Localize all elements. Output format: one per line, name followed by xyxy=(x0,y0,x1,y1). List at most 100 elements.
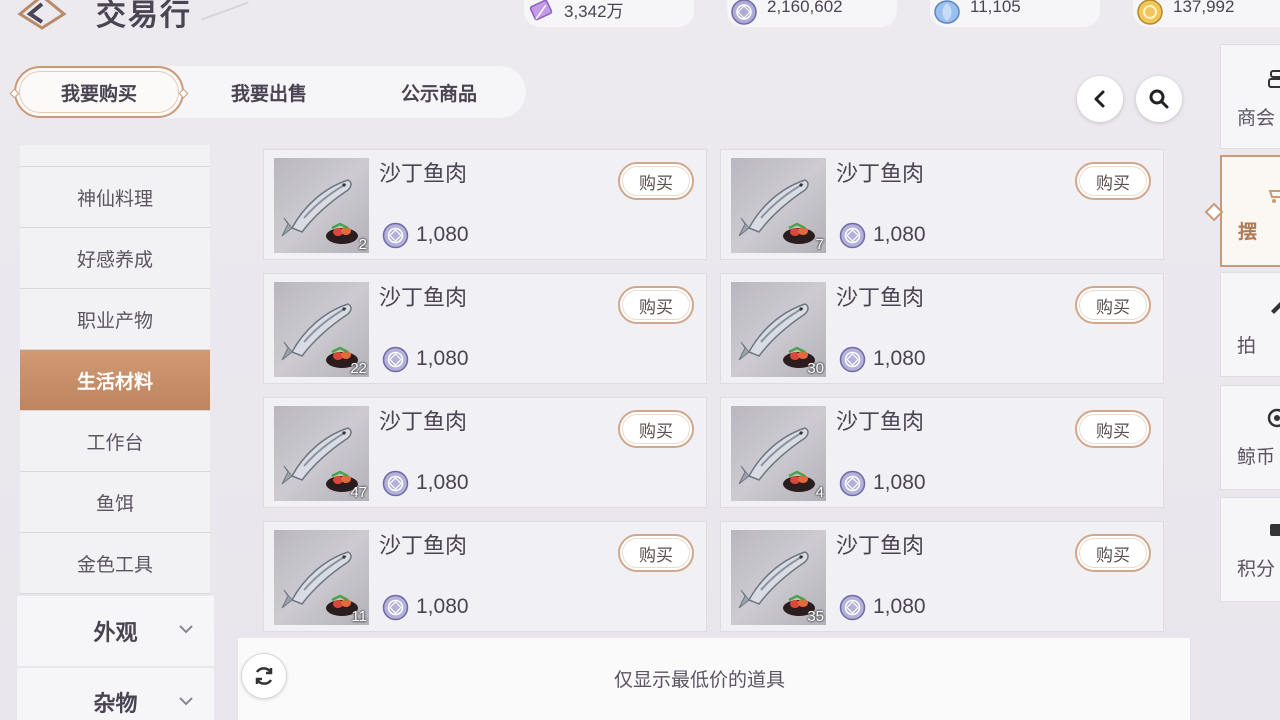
side-tab-label: 商会 xyxy=(1237,107,1276,129)
item-price: 1,080 xyxy=(416,471,469,494)
item-price: 1,080 xyxy=(416,347,469,370)
currency-silver-coin[interactable]: 2,160,602 xyxy=(727,0,897,27)
currency-blue-shell[interactable]: 11,105 xyxy=(930,0,1100,27)
listing-card[interactable]: 47 沙丁鱼肉 1,080 购买 xyxy=(263,397,707,508)
currency-value: 137,992 xyxy=(1173,0,1235,16)
category-item[interactable]: 神仙料理 xyxy=(20,167,210,228)
item-thumbnail: 30 xyxy=(731,282,826,377)
silver-coin-icon xyxy=(382,594,409,621)
buy-button[interactable]: 购买 xyxy=(618,286,694,324)
category-group-misc[interactable]: 杂物 xyxy=(17,668,214,720)
currency-value: 3,342万 xyxy=(564,2,624,21)
category-label: 金色工具 xyxy=(76,553,153,576)
side-tab-label: 鲸币 xyxy=(1237,446,1276,468)
listing-card[interactable]: 4 沙丁鱼肉 1,080 购买 xyxy=(720,397,1164,508)
category-item[interactable]: 鱼饵 xyxy=(20,472,210,533)
listing-card[interactable]: 30 沙丁鱼肉 1,080 购买 xyxy=(720,273,1164,384)
item-price: 1,080 xyxy=(873,471,926,494)
item-thumbnail: 7 xyxy=(731,158,826,253)
side-tab-guild[interactable]: 商会 xyxy=(1220,44,1280,149)
currency-value: 11,105 xyxy=(970,0,1021,16)
side-tab-auction[interactable]: 拍 xyxy=(1220,272,1280,377)
category-group-appearance[interactable]: 外观 xyxy=(17,596,214,666)
item-price: 1,080 xyxy=(873,595,926,618)
category-list: ····· 神仙料理 好感养成 职业产物 生活材料 工作台 鱼饵 金色工具 xyxy=(20,145,210,594)
item-thumbnail: 2 xyxy=(274,158,369,253)
side-tab-label: 摆 xyxy=(1238,221,1258,243)
buy-button[interactable]: 购买 xyxy=(1075,410,1151,448)
category-item[interactable]: 工作台 xyxy=(20,411,210,472)
side-tab-label: 拍 xyxy=(1237,335,1257,357)
group-label: 杂物 xyxy=(93,692,138,717)
silver-coin-icon xyxy=(839,594,866,621)
category-label: ····· xyxy=(75,145,105,155)
category-label: 工作台 xyxy=(86,431,144,454)
listing-card[interactable]: 2 沙丁鱼肉 1,080 购买 xyxy=(263,149,707,260)
item-name: 沙丁鱼肉 xyxy=(836,286,925,311)
search-icon xyxy=(1149,89,1169,109)
item-price: 1,080 xyxy=(873,223,926,246)
buy-button[interactable]: 购买 xyxy=(618,410,694,448)
item-quantity: 35 xyxy=(807,608,824,625)
category-item[interactable]: 职业产物 xyxy=(20,289,210,350)
listing-card[interactable]: 35 沙丁鱼肉 1,080 购买 xyxy=(720,521,1164,632)
buy-button[interactable]: 购买 xyxy=(618,162,694,200)
tab-ornament-icon xyxy=(178,88,189,99)
silver-coin-icon xyxy=(382,222,409,249)
listing-card[interactable]: 22 沙丁鱼肉 1,080 购买 xyxy=(263,273,707,384)
tab-label: 我要购买 xyxy=(60,82,137,105)
whale-coin-icon xyxy=(1267,408,1280,428)
tab-public-listings[interactable]: 公示商品 xyxy=(359,66,519,118)
buy-button[interactable]: 购买 xyxy=(1075,534,1151,572)
buy-button[interactable]: 购买 xyxy=(618,534,694,572)
tab-sell[interactable]: 我要出售 xyxy=(194,66,344,118)
currency-gold-coin[interactable]: 137,992 xyxy=(1133,0,1280,27)
side-selector-diamond-icon xyxy=(1204,202,1224,222)
item-name: 沙丁鱼肉 xyxy=(379,162,468,187)
currency-purple-ticket[interactable]: 3,342万 xyxy=(524,0,694,27)
category-item[interactable]: 好感养成 xyxy=(20,228,210,289)
guild-icon xyxy=(1268,70,1280,88)
item-price: 1,080 xyxy=(416,223,469,246)
lowest-price-note: 仅显示最低价的道具 xyxy=(614,669,786,691)
silver-coin-icon xyxy=(839,346,866,373)
silver-coin-icon xyxy=(839,222,866,249)
currency-value: 2,160,602 xyxy=(767,0,843,16)
search-button[interactable] xyxy=(1136,76,1182,122)
title-divider xyxy=(201,1,249,21)
silver-coin-icon xyxy=(839,470,866,497)
side-tab-stall[interactable]: 摆 xyxy=(1220,155,1280,267)
category-item-active[interactable]: 生活材料 xyxy=(20,350,210,411)
listing-card[interactable]: 11 沙丁鱼肉 1,080 购买 xyxy=(263,521,707,632)
item-quantity: 7 xyxy=(815,236,824,253)
refresh-button[interactable] xyxy=(241,653,287,699)
item-thumbnail: 22 xyxy=(274,282,369,377)
silver-coin-icon xyxy=(382,346,409,373)
item-thumbnail: 11 xyxy=(274,530,369,625)
category-item[interactable]: 金色工具 xyxy=(20,533,210,594)
tab-label: 公示商品 xyxy=(400,82,477,105)
points-icon xyxy=(1270,524,1280,536)
side-tab-whale-coin[interactable]: 鲸币 xyxy=(1220,385,1280,490)
item-thumbnail: 47 xyxy=(274,406,369,501)
tab-buy[interactable]: 我要购买 xyxy=(9,66,189,118)
top-bar: 交易行 3,342万 2,160,602 11,105 137,992 xyxy=(0,0,1280,46)
tab-label: 我要出售 xyxy=(230,82,307,105)
chevron-down-icon xyxy=(179,625,193,634)
buy-button[interactable]: 购买 xyxy=(1075,286,1151,324)
item-name: 沙丁鱼肉 xyxy=(836,162,925,187)
back-arrow-icon[interactable] xyxy=(14,0,70,32)
side-tab-points[interactable]: 积分 xyxy=(1220,497,1280,602)
category-scrolled-item[interactable]: ····· xyxy=(20,145,210,167)
gold-coin-icon xyxy=(1135,0,1165,27)
back-button[interactable] xyxy=(1077,76,1123,122)
item-quantity: 2 xyxy=(358,236,367,253)
buy-button[interactable]: 购买 xyxy=(1075,162,1151,200)
listing-card[interactable]: 7 沙丁鱼肉 1,080 购买 xyxy=(720,149,1164,260)
silver-coin-icon xyxy=(729,0,759,27)
trade-tabs: 我要购买 我要出售 公示商品 xyxy=(9,66,526,118)
blue-shell-icon xyxy=(932,0,962,27)
sardine-meat-icon xyxy=(738,427,815,492)
item-thumbnail: 35 xyxy=(731,530,826,625)
item-quantity: 11 xyxy=(351,608,367,625)
